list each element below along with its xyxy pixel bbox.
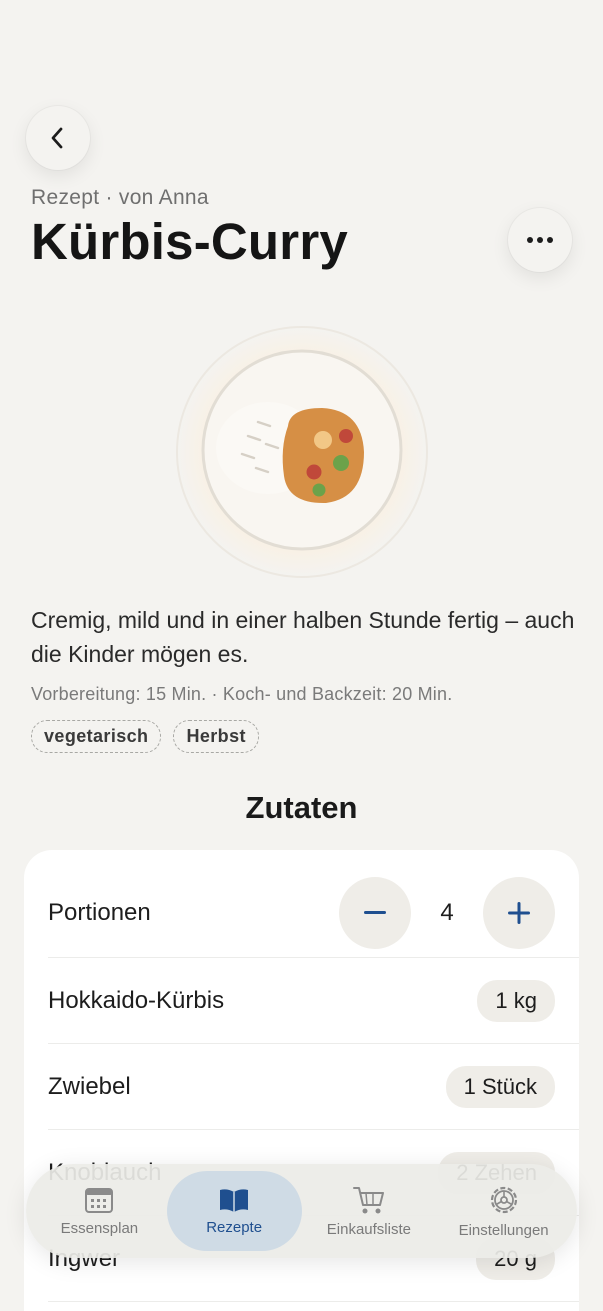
- back-button[interactable]: [26, 106, 90, 170]
- recipe-times: Vorbereitung: 15 Min. · Koch- und Backze…: [31, 684, 453, 704]
- more-options-button[interactable]: [508, 208, 572, 272]
- plus-icon: [508, 901, 530, 924]
- ingredients-title: Zutaten: [245, 790, 358, 825]
- tab-rezepte[interactable]: Rezepte: [166, 1171, 302, 1251]
- portions-stepper: 4: [339, 876, 555, 949]
- tab-essensplan[interactable]: Essensplan: [32, 1171, 167, 1251]
- ellipsis-icon: [527, 237, 553, 243]
- tab-einkaufsliste[interactable]: Einkaufsliste: [302, 1171, 437, 1251]
- portions-value: 4: [440, 898, 454, 926]
- increase-portions-button[interactable]: [483, 876, 555, 949]
- minus-icon: [364, 910, 386, 914]
- decrease-portions-button[interactable]: [339, 876, 411, 949]
- ingredient-amount: 1 kg: [477, 979, 555, 1022]
- tag-list: vegetarisch Herbst: [31, 720, 259, 753]
- tab-label: Rezepte: [206, 1218, 263, 1236]
- tab-label: Einkaufsliste: [326, 1220, 411, 1238]
- chevron-left-icon: [51, 127, 63, 149]
- tag-vegetarisch[interactable]: vegetarisch: [31, 720, 162, 753]
- tab-einstellungen[interactable]: Einstellungen: [436, 1171, 571, 1251]
- tab-label: Essensplan: [60, 1219, 139, 1237]
- portions-row: Portionen 4: [48, 868, 579, 958]
- page-title: Kürbis-Curry: [31, 213, 348, 270]
- tag-herbst[interactable]: Herbst: [173, 720, 259, 753]
- ingredient-row[interactable]: Hokkaido-Kürbis 1 kg: [48, 958, 579, 1044]
- cart-icon: [352, 1186, 384, 1213]
- recipe-author: Rezept · von Anna: [31, 186, 209, 209]
- ingredient-amount: 1 Stück: [445, 1065, 555, 1108]
- ingredient-row[interactable]: Zwiebel 1 Stück: [48, 1044, 579, 1130]
- recipe-description: Cremig, mild und in einer halben Stunde …: [31, 607, 575, 667]
- gear-icon: [490, 1186, 517, 1213]
- portions-label: Portionen: [48, 898, 151, 926]
- calendar-icon: [85, 1187, 114, 1213]
- book-icon: [220, 1188, 249, 1212]
- recipe-illustration: [176, 326, 428, 578]
- tab-label: Einstellungen: [458, 1221, 549, 1239]
- bottom-tab-bar: Essensplan Rezepte Einkaufsliste Einstel…: [26, 1164, 577, 1258]
- ingredient-name: Hokkaido-Kürbis: [48, 986, 225, 1014]
- ingredient-name: Zwiebel: [48, 1072, 131, 1100]
